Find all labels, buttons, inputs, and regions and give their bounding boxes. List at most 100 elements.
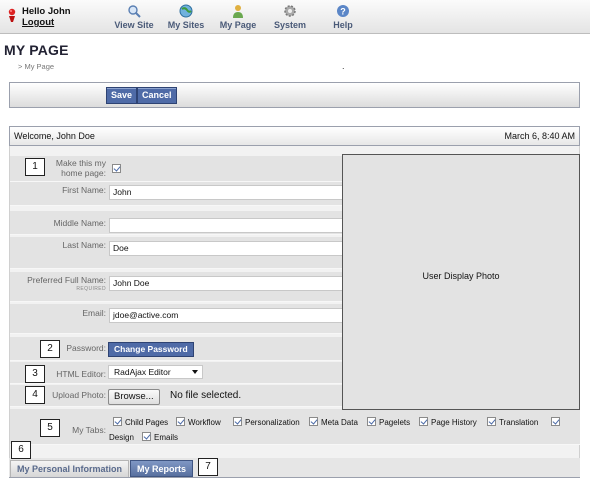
- gear-icon: [284, 5, 296, 17]
- callout-2: 2: [40, 340, 60, 358]
- page-title: MY PAGE: [4, 42, 69, 58]
- welcome-text: Welcome, John Doe: [14, 131, 95, 141]
- tab-option-emails[interactable]: Emails: [142, 432, 178, 442]
- tab-my-personal-information[interactable]: My Personal Information: [10, 460, 130, 477]
- tab-checkbox[interactable]: [113, 417, 122, 426]
- tab-option-personalization[interactable]: Personalization: [233, 417, 300, 427]
- required-tag: REQUIRED: [76, 286, 106, 292]
- tab-option-label: Pagelets: [379, 418, 411, 427]
- my-tabs-label: My Tabs:: [72, 425, 106, 435]
- home-page-label-line2: home page:: [61, 168, 106, 178]
- tab-option-pagelets[interactable]: Pagelets: [367, 417, 410, 427]
- tab-checkbox[interactable]: [487, 417, 496, 426]
- logout-link[interactable]: Logout: [22, 17, 54, 28]
- tab-option-child-pages[interactable]: Child Pages: [113, 417, 168, 427]
- tab-checkbox[interactable]: [367, 417, 376, 426]
- last-name-row: Last Name: Doe: [10, 237, 344, 269]
- stray-dot: .: [342, 61, 345, 71]
- tab-option-label: Meta Data: [321, 418, 358, 427]
- first-name-label: First Name:: [62, 185, 106, 195]
- nav-label: My Sites: [167, 20, 205, 30]
- nav-label: View Site: [114, 20, 154, 30]
- tab-checkbox[interactable]: [419, 417, 428, 426]
- nav-label: Help: [333, 20, 353, 30]
- dropdown-arrow-icon: [192, 370, 198, 374]
- middle-name-row: Middle Name:: [10, 211, 344, 235]
- preferred-name-label-text: Preferred Full Name:: [27, 275, 106, 285]
- callout-1: 1: [25, 158, 45, 176]
- preferred-name-label: Preferred Full Name: REQUIRED: [27, 276, 106, 294]
- welcome-bar: Welcome, John Doe March 6, 8:40 AM: [9, 126, 580, 146]
- svg-text:?: ?: [340, 7, 346, 17]
- tab-option-label: Design: [109, 433, 134, 442]
- globe-icon: [179, 4, 193, 18]
- action-toolbar: Save Cancel: [9, 82, 580, 108]
- middle-name-field[interactable]: [109, 218, 343, 233]
- cancel-button[interactable]: Cancel: [137, 87, 177, 104]
- date-time: March 6, 8:40 AM: [504, 131, 575, 141]
- email-label: Email:: [82, 308, 106, 318]
- save-button[interactable]: Save: [106, 87, 138, 104]
- email-row: Email: jdoe@active.com: [10, 304, 344, 334]
- tab-my-reports[interactable]: My Reports: [130, 460, 194, 477]
- password-label: Password:: [66, 343, 106, 353]
- last-name-label: Last Name:: [62, 240, 106, 250]
- upload-photo-label: Upload Photo:: [52, 390, 106, 400]
- tab-option-page-history[interactable]: Page History: [419, 417, 477, 427]
- photo-placeholder-label: User Display Photo: [422, 271, 500, 281]
- breadcrumb[interactable]: > My Page: [18, 62, 54, 71]
- tab-option-workflow[interactable]: Workflow: [176, 417, 221, 427]
- greeting-text: Hello John: [22, 6, 71, 17]
- home-page-checkbox[interactable]: [112, 164, 121, 173]
- tab-checkbox[interactable]: [142, 432, 151, 441]
- callout-6: 6: [11, 441, 31, 459]
- middle-name-label: Middle Name:: [53, 218, 106, 228]
- tab-checkbox[interactable]: [551, 417, 560, 426]
- preferred-name-row: Preferred Full Name: REQUIRED John Doe: [10, 272, 344, 302]
- callout-3: 3: [25, 365, 45, 383]
- tab-option-label: Page History: [431, 418, 477, 427]
- callout-7: 7: [198, 458, 218, 476]
- html-editor-value: RadAjax Editor: [114, 367, 171, 377]
- html-editor-select[interactable]: RadAjax Editor: [108, 365, 203, 379]
- tab-option-design[interactable]: Design: [109, 433, 134, 442]
- tab-option-meta-data[interactable]: Meta Data: [309, 417, 358, 427]
- help-icon: ?: [337, 5, 349, 17]
- nav-label: My Page: [219, 20, 257, 30]
- last-name-field[interactable]: Doe: [109, 241, 343, 256]
- home-page-label: Make this my home page:: [56, 158, 106, 178]
- home-page-row: Make this my home page:: [10, 156, 344, 182]
- tab-option-translation[interactable]: Translation: [487, 417, 538, 427]
- first-name-row: First Name: John: [10, 182, 344, 206]
- my-tabs-row: My Tabs:: [10, 409, 580, 445]
- nav-system[interactable]: System: [260, 4, 320, 32]
- tab-option-label: Emails: [154, 433, 179, 442]
- tab-checkbox[interactable]: [176, 417, 185, 426]
- tab-option-label: Translation: [499, 418, 539, 427]
- home-page-label-line1: Make this my: [55, 158, 106, 168]
- browse-button[interactable]: Browse...: [108, 389, 160, 405]
- tab-option-label: Workflow: [188, 418, 221, 427]
- callout-5: 5: [40, 419, 60, 437]
- magnifier-icon: [128, 5, 141, 18]
- tab-option-label: Personalization: [245, 418, 300, 427]
- nav-my-sites[interactable]: My Sites: [156, 4, 216, 32]
- html-editor-label: HTML Editor:: [56, 369, 106, 379]
- callout-4: 4: [25, 386, 45, 404]
- tab-option-label: Child Pages: [125, 418, 169, 427]
- change-password-button[interactable]: Change Password: [108, 342, 194, 357]
- preferred-name-field[interactable]: John Doe: [109, 276, 343, 291]
- nav-my-page[interactable]: My Page: [208, 4, 268, 32]
- top-bar: Hello John Logout View Site My Sites My …: [0, 0, 590, 34]
- tab-option-design-checkbox[interactable]: [551, 417, 563, 427]
- nav-help[interactable]: ? Help: [313, 4, 373, 32]
- tab-checkbox[interactable]: [309, 417, 318, 426]
- first-name-field[interactable]: John: [109, 185, 343, 200]
- person-icon: [233, 5, 243, 18]
- file-status-text: No file selected.: [170, 390, 242, 401]
- nav-label: System: [273, 20, 307, 30]
- tab-checkbox[interactable]: [233, 417, 242, 426]
- user-display-photo[interactable]: User Display Photo: [342, 154, 580, 410]
- nav-view-site[interactable]: View Site: [104, 4, 164, 32]
- email-field[interactable]: jdoe@active.com: [109, 308, 343, 323]
